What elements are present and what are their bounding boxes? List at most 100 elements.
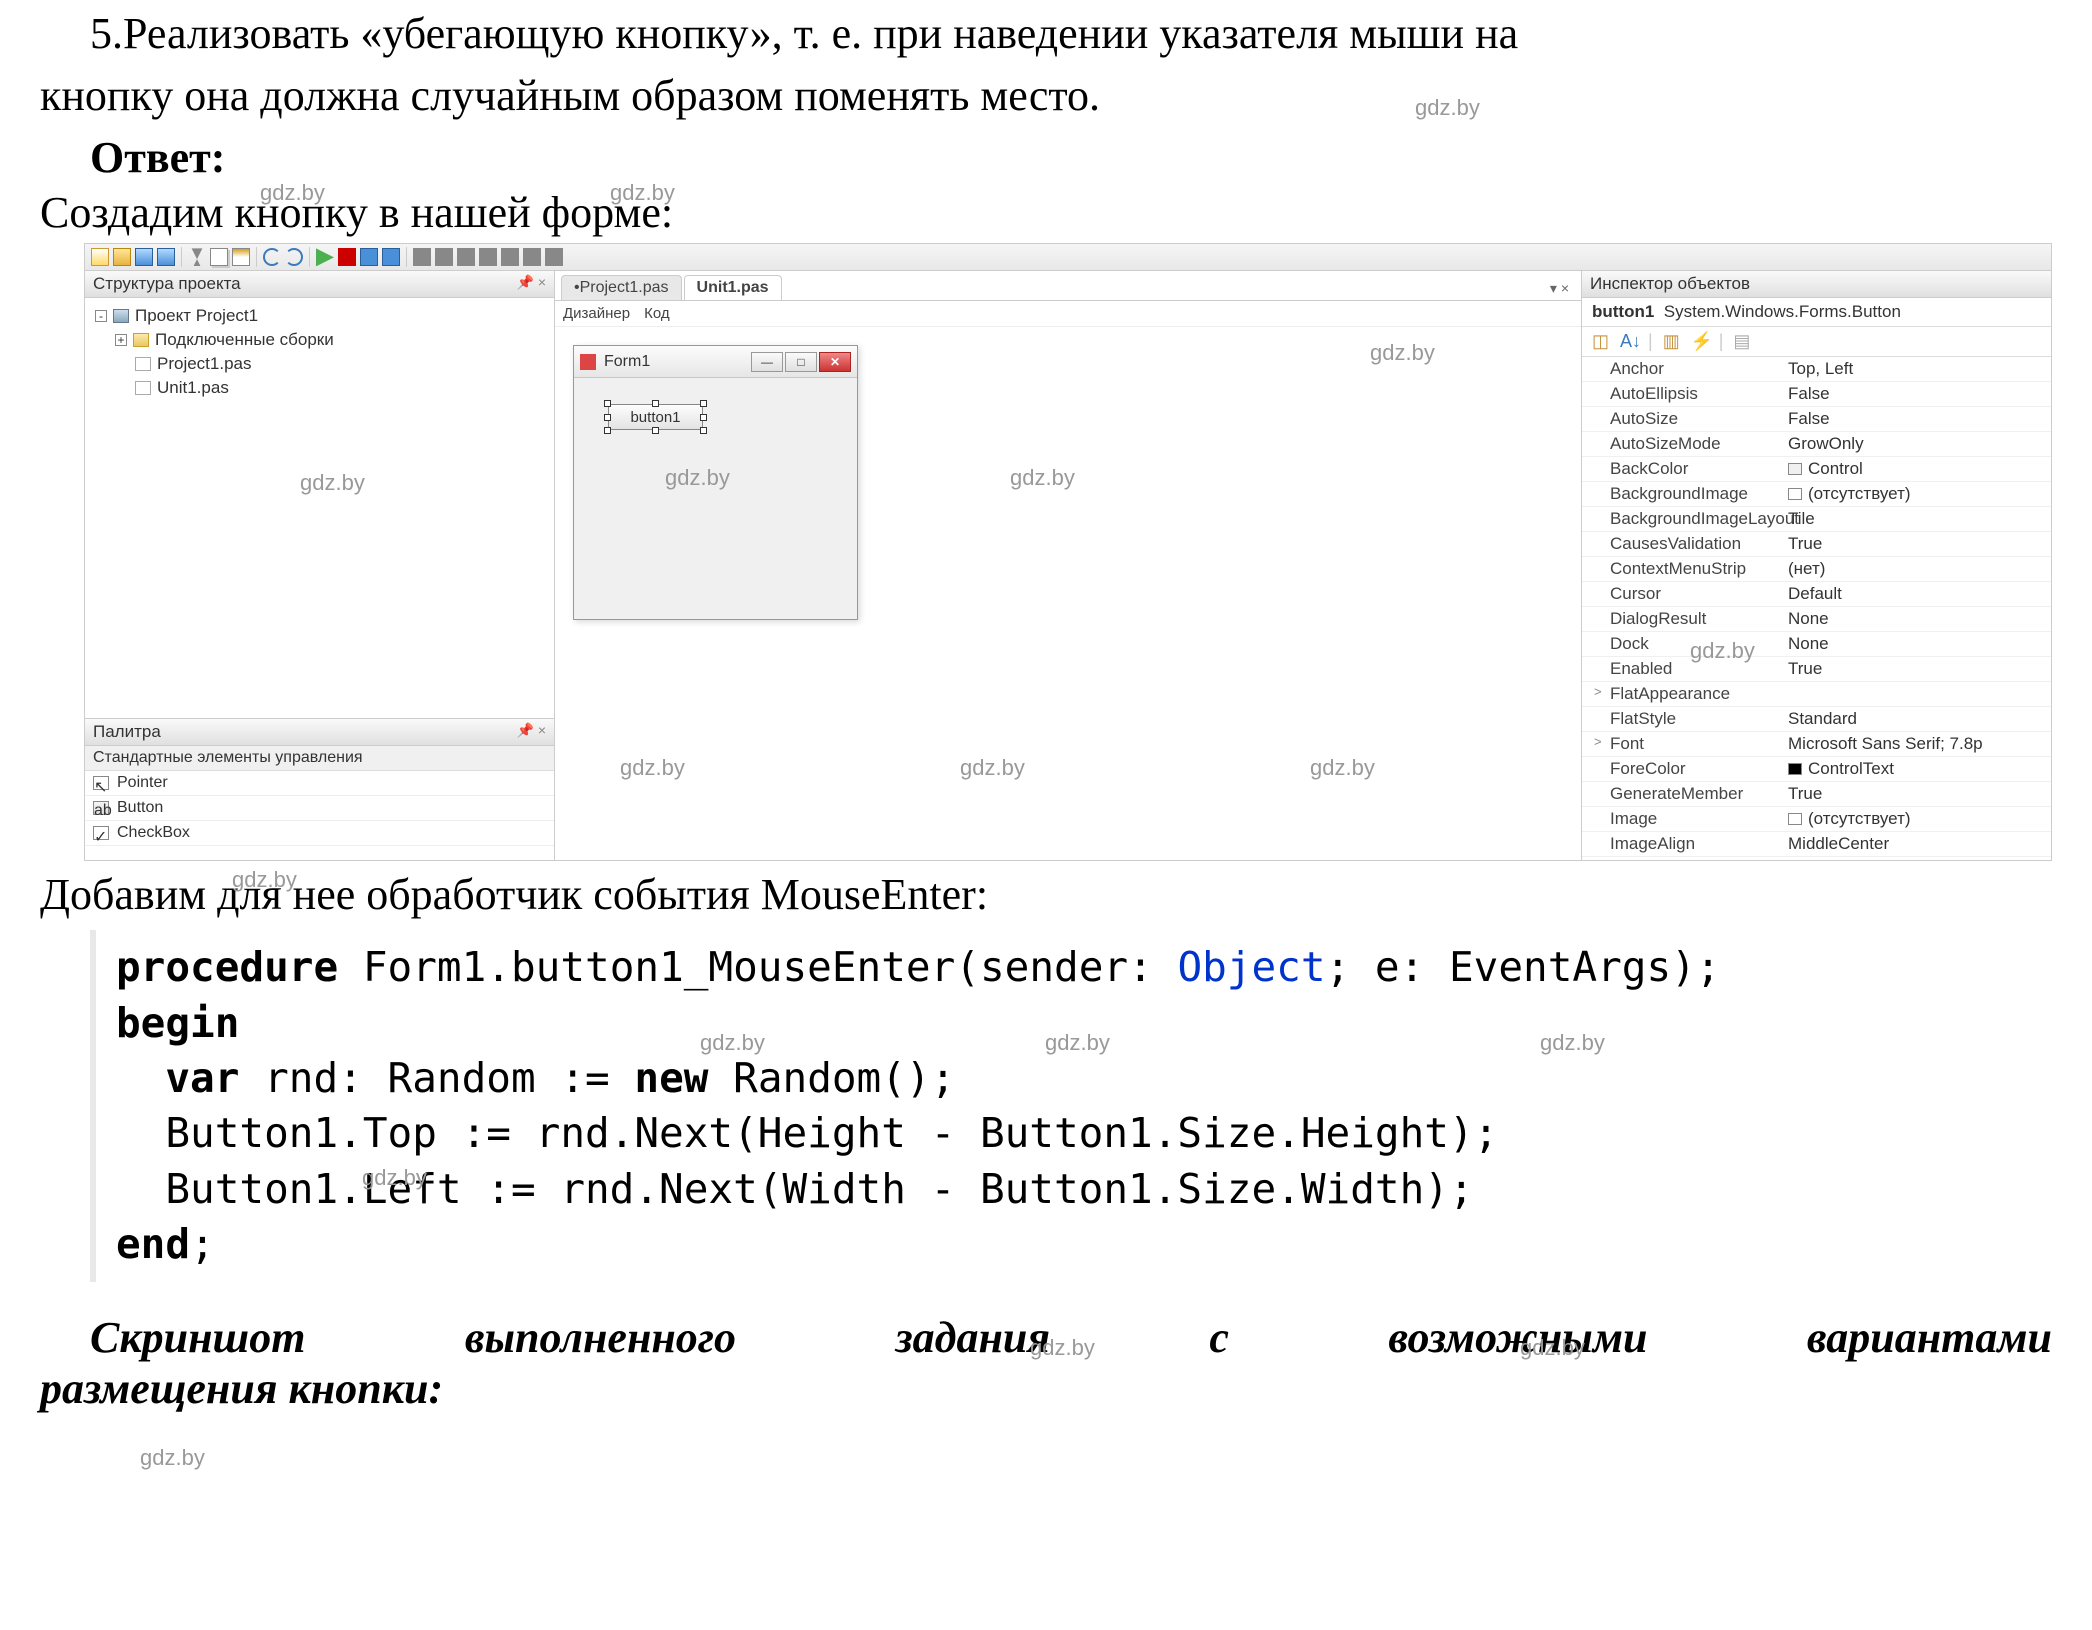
- prop-value[interactable]: False: [1782, 382, 2051, 406]
- prop-value[interactable]: Control: [1782, 457, 2051, 481]
- redo-icon[interactable]: [285, 248, 303, 266]
- form-titlebar[interactable]: Form1 — □ ✕: [574, 346, 857, 378]
- property-grid[interactable]: AnchorTop, LeftAutoEllipsisFalseAutoSize…: [1582, 357, 2051, 860]
- prop-row-flatstyle[interactable]: FlatStyleStandard: [1582, 707, 2051, 732]
- prop-row-forecolor[interactable]: ForeColorControlText: [1582, 757, 2051, 782]
- handle-icon[interactable]: [604, 414, 611, 421]
- prop-row-flatappearance[interactable]: FlatAppearance: [1582, 682, 2051, 707]
- subtab-designer[interactable]: Дизайнер: [563, 305, 630, 322]
- tree-collapse-icon[interactable]: -: [95, 310, 107, 322]
- close-button[interactable]: ✕: [819, 352, 851, 372]
- handle-icon[interactable]: [652, 427, 659, 434]
- tool-icon[interactable]: [413, 248, 431, 266]
- palette-category[interactable]: Стандартные элементы управления: [85, 746, 554, 771]
- handle-icon[interactable]: [604, 400, 611, 407]
- prop-row-autosize[interactable]: AutoSizeFalse: [1582, 407, 2051, 432]
- prop-value[interactable]: True: [1782, 532, 2051, 556]
- prop-row-anchor[interactable]: AnchorTop, Left: [1582, 357, 2051, 382]
- tool-icon[interactable]: [545, 248, 563, 266]
- maximize-button[interactable]: □: [785, 352, 817, 372]
- inspector-selected[interactable]: button1 System.Windows.Forms.Button: [1582, 298, 2051, 327]
- prop-value[interactable]: Standard: [1782, 707, 2051, 731]
- minimize-button[interactable]: —: [751, 352, 783, 372]
- prop-value[interactable]: Microsoft Sans Serif; 7.8p: [1782, 732, 2051, 756]
- prop-row-generatemember[interactable]: GenerateMemberTrue: [1582, 782, 2051, 807]
- tab-unit1[interactable]: Unit1.pas: [684, 275, 782, 300]
- tool-icon[interactable]: [479, 248, 497, 266]
- pin-icon[interactable]: 📌 ×: [517, 722, 547, 742]
- prop-value[interactable]: (отсутствует): [1782, 482, 2051, 506]
- handle-icon[interactable]: [700, 427, 707, 434]
- tree-expand-icon[interactable]: +: [115, 334, 127, 346]
- run-icon[interactable]: [316, 248, 334, 266]
- palette-pointer[interactable]: ↖Pointer: [85, 771, 554, 796]
- prop-row-autosizemode[interactable]: AutoSizeModeGrowOnly: [1582, 432, 2051, 457]
- copy-icon[interactable]: [210, 248, 228, 266]
- open-icon[interactable]: [113, 248, 131, 266]
- prop-row-contextmenustrip[interactable]: ContextMenuStrip(нет): [1582, 557, 2051, 582]
- tool-icon[interactable]: [523, 248, 541, 266]
- undo-icon[interactable]: [263, 248, 281, 266]
- prop-row-enabled[interactable]: EnabledTrue: [1582, 657, 2051, 682]
- paste-icon[interactable]: [232, 248, 250, 266]
- palette-checkbox[interactable]: ✓CheckBox: [85, 821, 554, 846]
- tab-controls[interactable]: ▾ ×: [1550, 280, 1575, 300]
- tree-assemblies[interactable]: +Подключенные сборки: [115, 328, 544, 352]
- stop-icon[interactable]: [338, 248, 356, 266]
- prop-value[interactable]: Tile: [1782, 507, 2051, 531]
- prop-value[interactable]: MiddleCenter: [1782, 832, 2051, 856]
- handle-icon[interactable]: [652, 400, 659, 407]
- prop-value[interactable]: (отсутствует): [1782, 807, 2051, 831]
- save-all-icon[interactable]: [157, 248, 175, 266]
- tree-file1[interactable]: Project1.pas: [135, 352, 544, 376]
- prop-value[interactable]: True: [1782, 657, 2051, 681]
- tree-project[interactable]: -Проект Project1: [95, 304, 544, 328]
- form-body[interactable]: button1: [574, 378, 857, 619]
- prop-value[interactable]: Top, Left: [1782, 357, 2051, 381]
- tree-file2[interactable]: Unit1.pas: [135, 376, 544, 400]
- tool-icon[interactable]: [457, 248, 475, 266]
- save-icon[interactable]: [135, 248, 153, 266]
- prop-row-backcolor[interactable]: BackColorControl: [1582, 457, 2051, 482]
- handle-icon[interactable]: [700, 414, 707, 421]
- handle-icon[interactable]: [604, 427, 611, 434]
- prop-value[interactable]: ControlText: [1782, 757, 2051, 781]
- subtab-code[interactable]: Код: [644, 305, 670, 322]
- prop-value[interactable]: (отсутствует): [1782, 857, 2051, 860]
- prop-value[interactable]: False: [1782, 407, 2051, 431]
- tool-icon[interactable]: [435, 248, 453, 266]
- prop-value[interactable]: True: [1782, 782, 2051, 806]
- prop-row-dialogresult[interactable]: DialogResultNone: [1582, 607, 2051, 632]
- prop-value[interactable]: (нет): [1782, 557, 2051, 581]
- prop-value[interactable]: None: [1782, 607, 2051, 631]
- prop-value[interactable]: Default: [1782, 582, 2051, 606]
- new-icon[interactable]: [91, 248, 109, 266]
- page-icon[interactable]: ▤: [1733, 331, 1751, 347]
- prop-value[interactable]: [1782, 682, 2051, 706]
- tool-icon[interactable]: [501, 248, 519, 266]
- props-icon[interactable]: ▥: [1663, 331, 1681, 347]
- step-icon[interactable]: [360, 248, 378, 266]
- sort-icon[interactable]: A↓: [1620, 331, 1638, 347]
- prop-row-backgroundimagelayout[interactable]: BackgroundImageLayoutTile: [1582, 507, 2051, 532]
- prop-row-autoellipsis[interactable]: AutoEllipsisFalse: [1582, 382, 2051, 407]
- prop-row-dock[interactable]: DockNone: [1582, 632, 2051, 657]
- prop-row-imageindex[interactable]: ImageIndex(отсутствует): [1582, 857, 2051, 860]
- palette-button[interactable]: abButton: [85, 796, 554, 821]
- handle-icon[interactable]: [700, 400, 707, 407]
- prop-value[interactable]: None: [1782, 632, 2051, 656]
- cut-icon[interactable]: [188, 248, 206, 266]
- categorize-icon[interactable]: ◫: [1592, 331, 1610, 347]
- step-over-icon[interactable]: [382, 248, 400, 266]
- prop-row-font[interactable]: FontMicrosoft Sans Serif; 7.8p: [1582, 732, 2051, 757]
- prop-value[interactable]: GrowOnly: [1782, 432, 2051, 456]
- form-window[interactable]: Form1 — □ ✕ button1: [573, 345, 858, 620]
- pin-icon[interactable]: 📌 ×: [517, 274, 547, 294]
- tab-project1[interactable]: •Project1.pas: [561, 275, 682, 300]
- design-area[interactable]: Form1 — □ ✕ button1: [555, 327, 1581, 860]
- prop-row-image[interactable]: Image(отсутствует): [1582, 807, 2051, 832]
- prop-row-cursor[interactable]: CursorDefault: [1582, 582, 2051, 607]
- events-icon[interactable]: ⚡: [1691, 331, 1709, 347]
- prop-row-backgroundimage[interactable]: BackgroundImage(отсутствует): [1582, 482, 2051, 507]
- prop-row-imagealign[interactable]: ImageAlignMiddleCenter: [1582, 832, 2051, 857]
